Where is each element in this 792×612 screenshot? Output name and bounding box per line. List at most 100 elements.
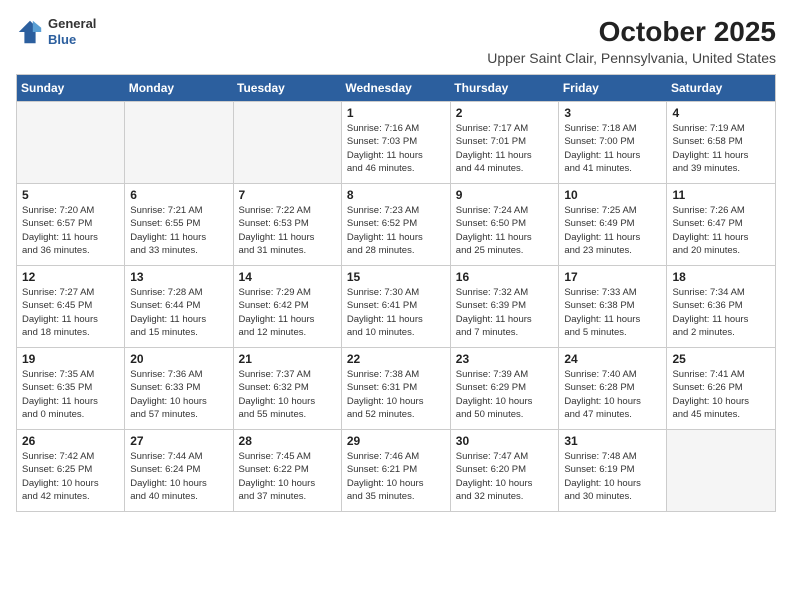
calendar-cell: 20 Sunrise: 7:36 AM Sunset: 6:33 PM Dayli… [125, 348, 233, 430]
calendar-cell: 5 Sunrise: 7:20 AM Sunset: 6:57 PM Daylig… [17, 184, 125, 266]
day-number: 11 [672, 188, 770, 202]
day-number: 26 [22, 434, 119, 448]
calendar-cell: 6Sunrise: 7:21 AM Sunset: 6:55 PM Daylig… [125, 184, 233, 266]
calendar-body: 1Sunrise: 7:16 AM Sunset: 7:03 PM Daylig… [17, 102, 776, 512]
day-info: Sunrise: 7:17 AM Sunset: 7:01 PM Dayligh… [456, 122, 554, 175]
calendar-cell: 18 Sunrise: 7:34 AM Sunset: 6:36 PM Dayli… [667, 266, 776, 348]
day-info: Sunrise: 7:36 AM Sunset: 6:33 PM Dayligh… [130, 368, 227, 421]
day-info: Sunrise: 7:24 AM Sunset: 6:50 PM Dayligh… [456, 204, 554, 257]
logo-icon [16, 18, 44, 46]
day-number: 4 [672, 106, 770, 120]
calendar-cell: 4Sunrise: 7:19 AM Sunset: 6:58 PM Daylig… [667, 102, 776, 184]
calendar-cell: 21Sunrise: 7:37 AM Sunset: 6:32 PM Dayli… [233, 348, 341, 430]
day-info: Sunrise: 7:33 AM Sunset: 6:38 PM Dayligh… [564, 286, 661, 339]
day-number: 31 [564, 434, 661, 448]
day-info: Sunrise: 7:21 AM Sunset: 6:55 PM Dayligh… [130, 204, 227, 257]
calendar-cell [233, 102, 341, 184]
day-number: 28 [239, 434, 336, 448]
logo-text: General Blue [48, 16, 96, 47]
calendar-cell: 30Sunrise: 7:47 AM Sunset: 6:20 PM Dayli… [450, 430, 559, 512]
calendar-cell [125, 102, 233, 184]
day-info: Sunrise: 7:47 AM Sunset: 6:20 PM Dayligh… [456, 450, 554, 503]
week-row-3: 12 Sunrise: 7:27 AM Sunset: 6:45 PM Dayli… [17, 266, 776, 348]
calendar-cell: 13 Sunrise: 7:28 AM Sunset: 6:44 PM Dayli… [125, 266, 233, 348]
day-number: 1 [347, 106, 445, 120]
title-block: October 2025 Upper Saint Clair, Pennsylv… [487, 16, 776, 66]
calendar-cell: 27 Sunrise: 7:44 AM Sunset: 6:24 PM Dayli… [125, 430, 233, 512]
day-info: Sunrise: 7:48 AM Sunset: 6:19 PM Dayligh… [564, 450, 661, 503]
day-info: Sunrise: 7:45 AM Sunset: 6:22 PM Dayligh… [239, 450, 336, 503]
day-info: Sunrise: 7:42 AM Sunset: 6:25 PM Dayligh… [22, 450, 119, 503]
calendar-cell: 12 Sunrise: 7:27 AM Sunset: 6:45 PM Dayli… [17, 266, 125, 348]
day-number: 23 [456, 352, 554, 366]
day-number: 14 [239, 270, 336, 284]
calendar-cell: 16 Sunrise: 7:32 AM Sunset: 6:39 PM Dayli… [450, 266, 559, 348]
calendar-cell [17, 102, 125, 184]
day-info: Sunrise: 7:32 AM Sunset: 6:39 PM Dayligh… [456, 286, 554, 339]
calendar-cell: 31 Sunrise: 7:48 AM Sunset: 6:19 PM Dayli… [559, 430, 667, 512]
day-number: 20 [130, 352, 227, 366]
calendar-cell: 14Sunrise: 7:29 AM Sunset: 6:42 PM Dayli… [233, 266, 341, 348]
day-header-friday: Friday [559, 75, 667, 102]
day-number: 7 [239, 188, 336, 202]
calendar-cell: 1Sunrise: 7:16 AM Sunset: 7:03 PM Daylig… [341, 102, 450, 184]
days-of-week-row: SundayMondayTuesdayWednesdayThursdayFrid… [17, 75, 776, 102]
day-number: 15 [347, 270, 445, 284]
calendar-cell: 8 Sunrise: 7:23 AM Sunset: 6:52 PM Daylig… [341, 184, 450, 266]
calendar-cell: 10Sunrise: 7:25 AM Sunset: 6:49 PM Dayli… [559, 184, 667, 266]
calendar-cell: 26 Sunrise: 7:42 AM Sunset: 6:25 PM Dayli… [17, 430, 125, 512]
day-info: Sunrise: 7:27 AM Sunset: 6:45 PM Dayligh… [22, 286, 119, 339]
day-number: 16 [456, 270, 554, 284]
logo-line1: General [48, 16, 96, 32]
day-number: 8 [347, 188, 445, 202]
calendar-cell: 22Sunrise: 7:38 AM Sunset: 6:31 PM Dayli… [341, 348, 450, 430]
calendar-cell: 24Sunrise: 7:40 AM Sunset: 6:28 PM Dayli… [559, 348, 667, 430]
day-number: 5 [22, 188, 119, 202]
calendar-cell: 28 Sunrise: 7:45 AM Sunset: 6:22 PM Dayli… [233, 430, 341, 512]
day-number: 9 [456, 188, 554, 202]
page-header: General Blue October 2025 Upper Saint Cl… [16, 16, 776, 66]
day-info: Sunrise: 7:44 AM Sunset: 6:24 PM Dayligh… [130, 450, 227, 503]
day-info: Sunrise: 7:40 AM Sunset: 6:28 PM Dayligh… [564, 368, 661, 421]
calendar-cell: 3 Sunrise: 7:18 AM Sunset: 7:00 PM Daylig… [559, 102, 667, 184]
day-info: Sunrise: 7:20 AM Sunset: 6:57 PM Dayligh… [22, 204, 119, 257]
calendar-cell: 11 Sunrise: 7:26 AM Sunset: 6:47 PM Dayli… [667, 184, 776, 266]
day-number: 12 [22, 270, 119, 284]
calendar-cell: 25Sunrise: 7:41 AM Sunset: 6:26 PM Dayli… [667, 348, 776, 430]
calendar-cell: 15Sunrise: 7:30 AM Sunset: 6:41 PM Dayli… [341, 266, 450, 348]
day-header-thursday: Thursday [450, 75, 559, 102]
calendar-cell: 29 Sunrise: 7:46 AM Sunset: 6:21 PM Dayli… [341, 430, 450, 512]
logo-line2: Blue [48, 32, 96, 48]
day-number: 19 [22, 352, 119, 366]
month-title: October 2025 [487, 16, 776, 48]
calendar-header: SundayMondayTuesdayWednesdayThursdayFrid… [17, 75, 776, 102]
day-info: Sunrise: 7:26 AM Sunset: 6:47 PM Dayligh… [672, 204, 770, 257]
week-row-5: 26 Sunrise: 7:42 AM Sunset: 6:25 PM Dayli… [17, 430, 776, 512]
day-info: Sunrise: 7:41 AM Sunset: 6:26 PM Dayligh… [672, 368, 770, 421]
day-header-wednesday: Wednesday [341, 75, 450, 102]
day-header-saturday: Saturday [667, 75, 776, 102]
day-header-tuesday: Tuesday [233, 75, 341, 102]
day-info: Sunrise: 7:46 AM Sunset: 6:21 PM Dayligh… [347, 450, 445, 503]
day-number: 27 [130, 434, 227, 448]
day-info: Sunrise: 7:34 AM Sunset: 6:36 PM Dayligh… [672, 286, 770, 339]
day-number: 17 [564, 270, 661, 284]
day-info: Sunrise: 7:18 AM Sunset: 7:00 PM Dayligh… [564, 122, 661, 175]
day-header-sunday: Sunday [17, 75, 125, 102]
day-info: Sunrise: 7:23 AM Sunset: 6:52 PM Dayligh… [347, 204, 445, 257]
day-number: 18 [672, 270, 770, 284]
day-number: 3 [564, 106, 661, 120]
day-number: 10 [564, 188, 661, 202]
day-info: Sunrise: 7:28 AM Sunset: 6:44 PM Dayligh… [130, 286, 227, 339]
day-number: 2 [456, 106, 554, 120]
day-number: 13 [130, 270, 227, 284]
calendar-cell: 23Sunrise: 7:39 AM Sunset: 6:29 PM Dayli… [450, 348, 559, 430]
calendar-cell: 7Sunrise: 7:22 AM Sunset: 6:53 PM Daylig… [233, 184, 341, 266]
week-row-4: 19Sunrise: 7:35 AM Sunset: 6:35 PM Dayli… [17, 348, 776, 430]
week-row-1: 1Sunrise: 7:16 AM Sunset: 7:03 PM Daylig… [17, 102, 776, 184]
calendar-cell [667, 430, 776, 512]
calendar-table: SundayMondayTuesdayWednesdayThursdayFrid… [16, 74, 776, 512]
logo: General Blue [16, 16, 96, 47]
day-number: 21 [239, 352, 336, 366]
day-number: 29 [347, 434, 445, 448]
